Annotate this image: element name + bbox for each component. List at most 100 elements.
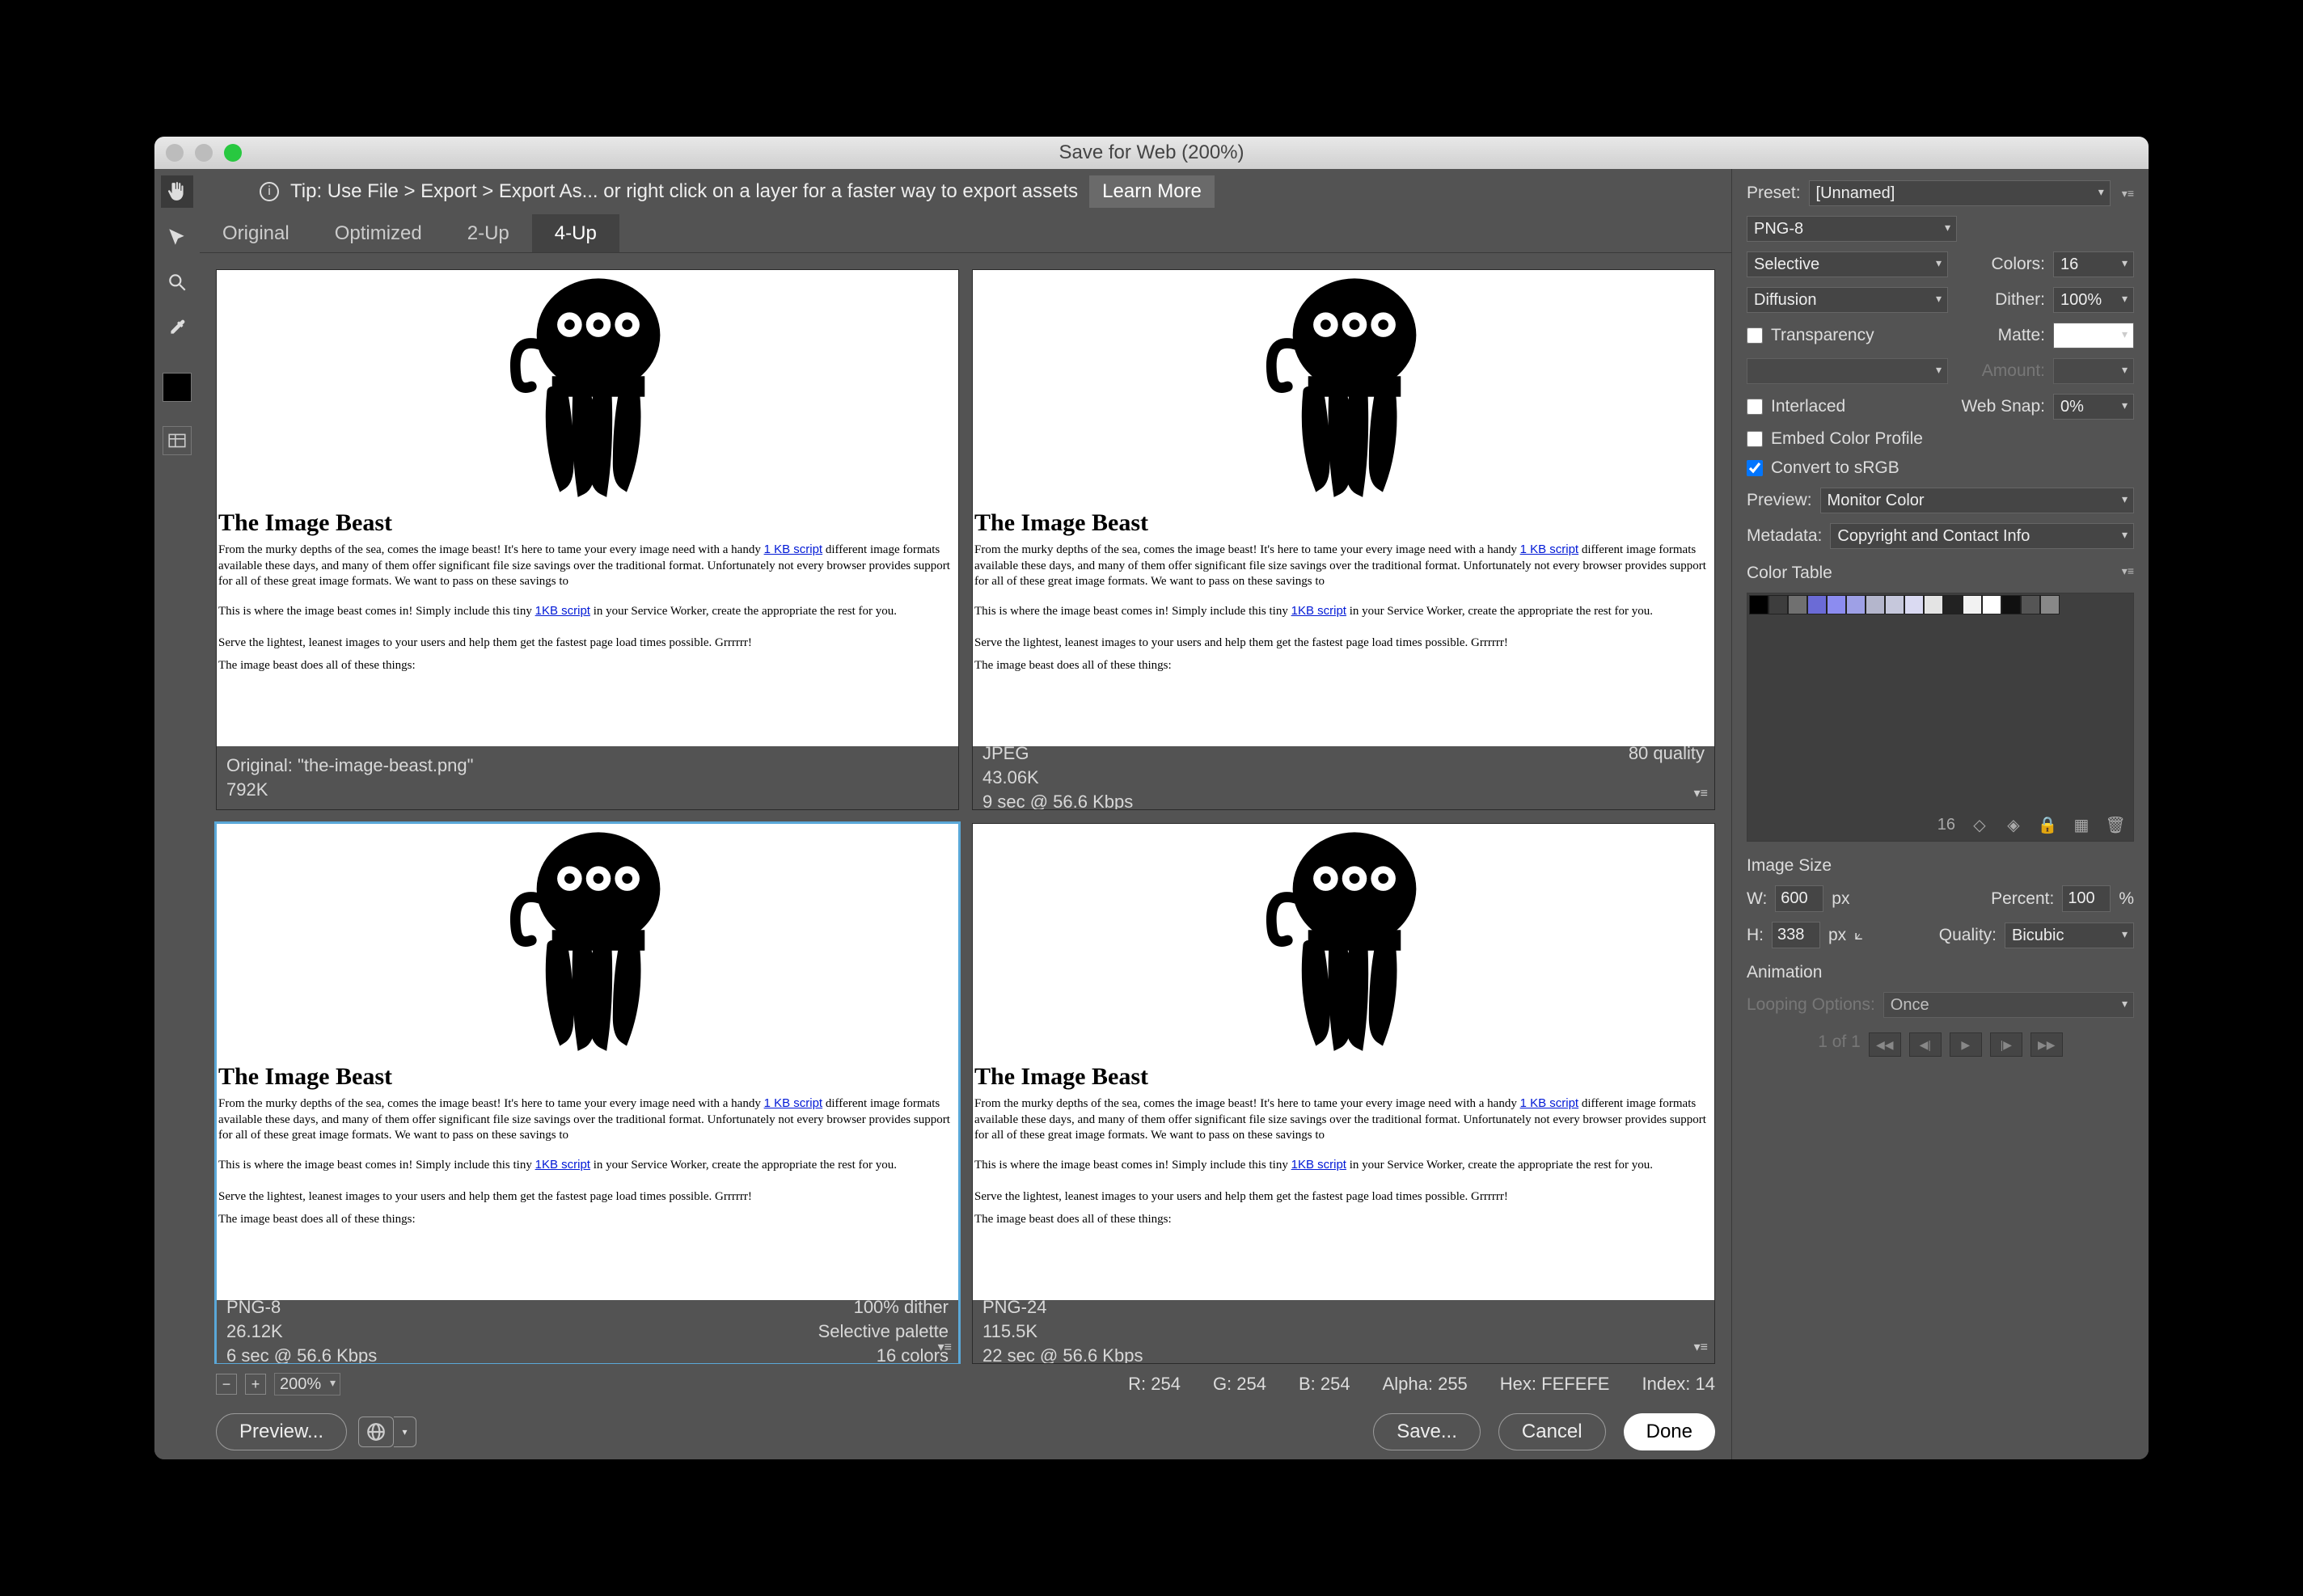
transparency-checkbox[interactable] (1747, 327, 1763, 344)
status-g: G: 254 (1213, 1374, 1266, 1395)
zoom-select[interactable]: 200% (274, 1373, 340, 1395)
status-b: B: 254 (1299, 1374, 1350, 1395)
color-swatch[interactable] (1768, 595, 1788, 614)
frame-indicator: 1 of 1 (1818, 1032, 1861, 1052)
cancel-button[interactable]: Cancel (1498, 1413, 1606, 1450)
looping-select: Once (1883, 992, 2134, 1018)
color-swatch[interactable] (1982, 595, 2001, 614)
status-alpha: Alpha: 255 (1383, 1374, 1468, 1395)
preview-cell-png8[interactable]: The Image Beast From the murky depths of… (216, 823, 959, 1364)
new-color-icon[interactable]: ▦ (2072, 815, 2091, 834)
preview-cell-jpeg[interactable]: The Image Beast From the murky depths of… (972, 269, 1715, 810)
preview-canvas[interactable]: The Image Beast From the murky depths of… (217, 824, 958, 1300)
settings-sidebar: Preset: [Unnamed] ▾≡ PNG-8 Selective Col… (1731, 169, 2149, 1459)
preview-canvas[interactable]: The Image Beast From the murky depths of… (973, 824, 1714, 1300)
titlebar: Save for Web (200%) (154, 137, 2149, 169)
color-swatch[interactable] (1827, 595, 1846, 614)
first-frame-button: ◀◀ (1869, 1032, 1901, 1057)
preview-canvas[interactable]: The Image Beast From the murky depths of… (217, 270, 958, 746)
learn-more-button[interactable]: Learn More (1089, 175, 1215, 208)
color-swatch[interactable] (2040, 595, 2060, 614)
toggle-slices-visibility[interactable] (163, 426, 192, 455)
color-swatch[interactable] (1885, 595, 1904, 614)
interlaced-checkbox[interactable] (1747, 399, 1763, 415)
amount-label: Amount: (1956, 361, 2045, 381)
color-table-menu-icon[interactable]: ▾≡ (2122, 564, 2134, 578)
browser-preview-button[interactable] (358, 1417, 394, 1447)
convert-srgb-checkbox[interactable] (1747, 460, 1763, 476)
preview-cell-original[interactable]: The Image Beast From the murky depths of… (216, 269, 959, 810)
transparency-dither-select (1747, 358, 1948, 384)
color-table: 16 ◇ ◈ 🔒 ▦ 🗑 (1747, 593, 2134, 842)
color-swatch[interactable] (2001, 595, 2021, 614)
prev-frame-button: ◀| (1909, 1032, 1942, 1057)
status-r: R: 254 (1128, 1374, 1181, 1395)
dither-method-select[interactable]: Diffusion (1747, 287, 1948, 313)
color-count: 16 (1937, 816, 1955, 834)
zoom-out-button[interactable]: − (216, 1374, 237, 1395)
color-swatch[interactable] (1866, 595, 1885, 614)
color-swatch[interactable] (1943, 595, 1963, 614)
preview-cell-png24[interactable]: The Image Beast From the murky depths of… (972, 823, 1715, 1364)
tab-original[interactable]: Original (200, 214, 312, 252)
color-swatch[interactable] (1788, 595, 1807, 614)
delete-color-icon[interactable]: 🗑 (2106, 815, 2125, 834)
zoom-in-button[interactable]: + (245, 1374, 266, 1395)
eyedropper-color-swatch[interactable] (163, 373, 192, 402)
color-swatch[interactable] (1924, 595, 1943, 614)
preview-button[interactable]: Preview... (216, 1413, 347, 1450)
width-input[interactable] (1775, 885, 1823, 912)
matte-select[interactable] (2053, 323, 2134, 348)
preview-label: Preview: (1747, 491, 1812, 510)
color-reduction-select[interactable]: Selective (1747, 251, 1948, 277)
save-button[interactable]: Save... (1373, 1413, 1481, 1450)
color-swatch[interactable] (1749, 595, 1768, 614)
slice-select-tool[interactable] (161, 221, 193, 253)
preview-menu-icon[interactable]: ▾≡ (1694, 1339, 1708, 1355)
tool-strip (154, 169, 200, 1459)
zoom-tool[interactable] (161, 266, 193, 298)
browser-preview-dropdown[interactable]: ▾ (394, 1417, 416, 1447)
embed-profile-checkbox[interactable] (1747, 431, 1763, 447)
preview-color-select[interactable]: Monitor Color (1820, 488, 2134, 513)
preset-select[interactable]: [Unnamed] (1809, 180, 2111, 206)
matte-label: Matte: (1956, 326, 2045, 345)
eyedropper-tool[interactable] (161, 311, 193, 344)
tab-optimized[interactable]: Optimized (312, 214, 445, 252)
format-select[interactable]: PNG-8 (1747, 216, 1957, 242)
height-input[interactable] (1772, 922, 1820, 948)
bottom-bar: Preview... ▾ Save... Cancel Done (200, 1404, 1731, 1459)
colors-select[interactable]: 16 (2053, 251, 2134, 277)
info-icon: i (260, 182, 279, 201)
websnap-select[interactable]: 0% (2053, 394, 2134, 420)
percent-input[interactable] (2062, 885, 2111, 912)
dither-select[interactable]: 100% (2053, 287, 2134, 313)
image-size-title: Image Size (1747, 856, 2134, 876)
preview-menu-icon[interactable]: ▾≡ (1694, 785, 1708, 801)
shift-websafe-icon[interactable]: ◈ (2004, 815, 2023, 834)
quality-select[interactable]: Bicubic (2005, 923, 2134, 948)
color-swatch[interactable] (1846, 595, 1866, 614)
done-button[interactable]: Done (1624, 1413, 1715, 1450)
window-title: Save for Web (200%) (154, 141, 2149, 164)
map-transparent-icon[interactable]: ◇ (1970, 815, 1989, 834)
tab-4up[interactable]: 4-Up (532, 214, 619, 252)
preset-menu-icon[interactable]: ▾≡ (2122, 187, 2134, 201)
dither-label: Dither: (1956, 290, 2045, 310)
metadata-select[interactable]: Copyright and Contact Info (1830, 523, 2134, 549)
tab-2up[interactable]: 2-Up (445, 214, 532, 252)
constrain-link-icon[interactable]: ⟀ (1854, 927, 1863, 944)
preview-menu-icon[interactable]: ▾≡ (938, 1339, 952, 1355)
color-swatch[interactable] (1904, 595, 1924, 614)
colors-label: Colors: (1956, 255, 2045, 274)
preset-label: Preset: (1747, 184, 1801, 203)
hand-tool[interactable] (161, 175, 193, 208)
color-swatches[interactable] (1747, 593, 2133, 616)
preview-canvas[interactable]: The Image Beast From the murky depths of… (973, 270, 1714, 746)
color-swatch[interactable] (1963, 595, 1982, 614)
color-swatch[interactable] (2021, 595, 2040, 614)
metadata-label: Metadata: (1747, 526, 1822, 546)
color-swatch[interactable] (1807, 595, 1827, 614)
tip-text: Tip: Use File > Export > Export As... or… (290, 180, 1078, 203)
lock-color-icon[interactable]: 🔒 (2038, 815, 2057, 834)
